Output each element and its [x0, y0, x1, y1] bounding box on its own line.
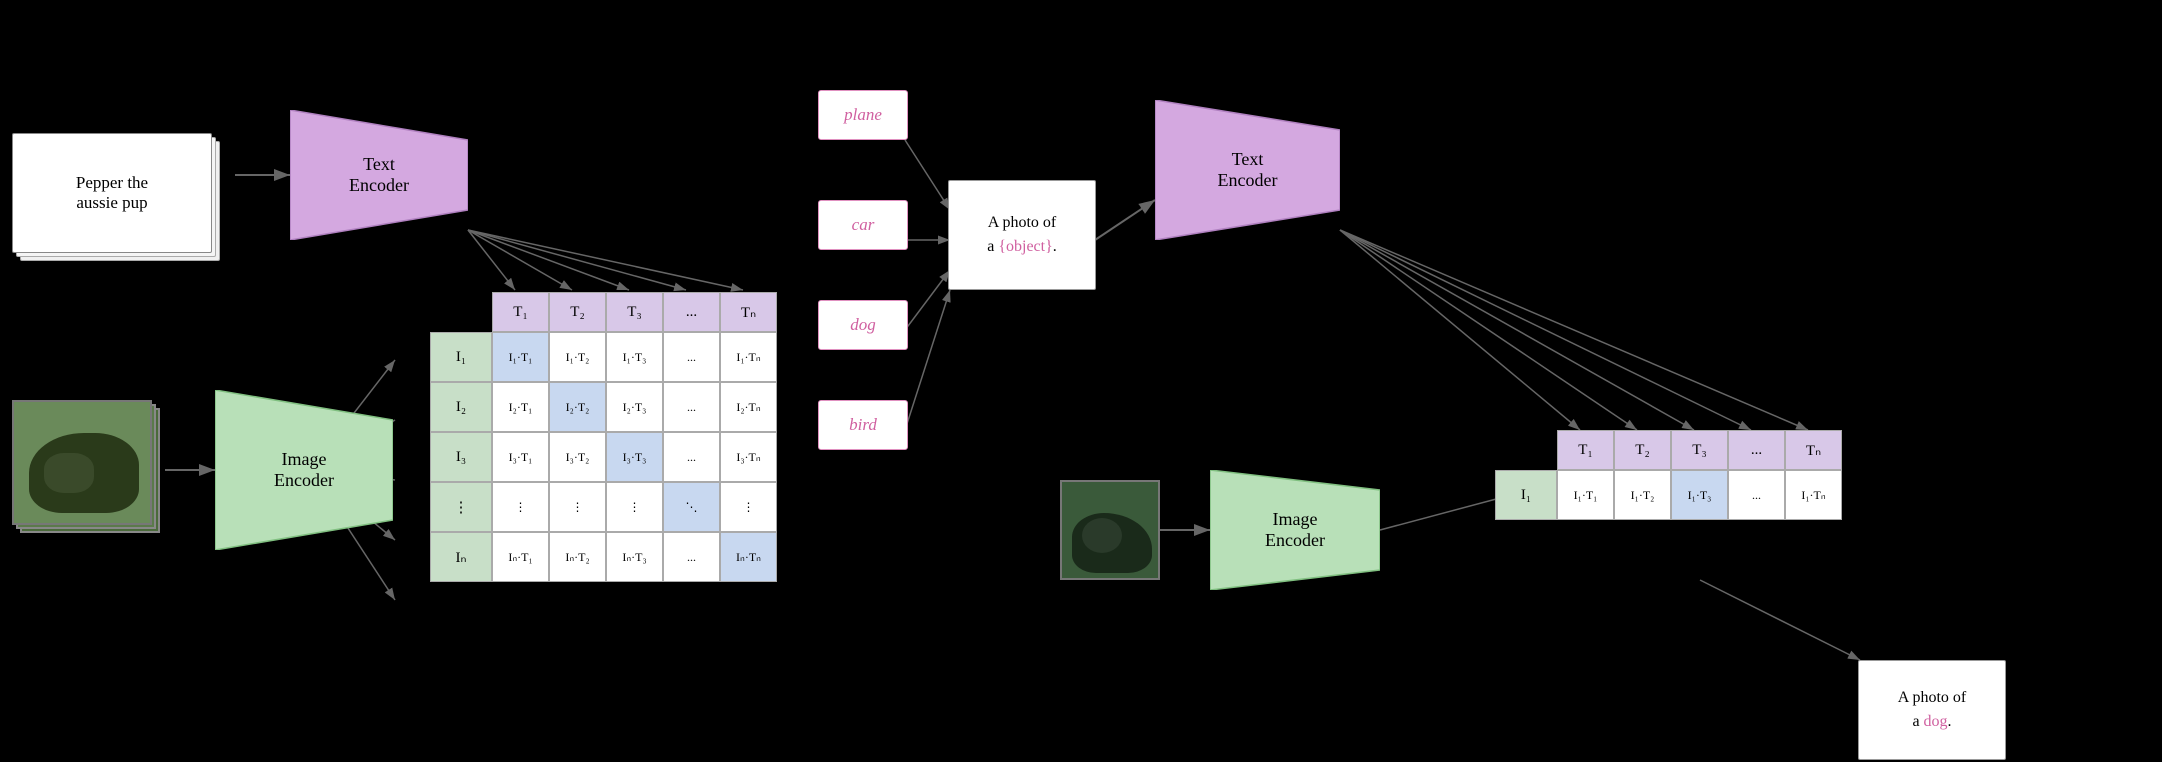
- cell-dotst2: ⋮: [549, 482, 606, 532]
- cell-i2tdots: ...: [663, 382, 720, 432]
- right-cell-i1t2: I₁·T₂: [1614, 470, 1671, 520]
- result-text: A photo ofa dog.: [1898, 686, 1966, 734]
- cell-dotsdots: ⋱: [663, 482, 720, 532]
- template-box: A photo ofa {object}.: [948, 180, 1096, 290]
- cell-i1tn: I₁·Tₙ: [720, 332, 777, 382]
- class-car: car: [818, 200, 908, 250]
- right-col-tdots: ...: [1728, 430, 1785, 470]
- right-cell-i1t1: I₁·T₁: [1557, 470, 1614, 520]
- cell-i1t3: I₁·T₃: [606, 332, 663, 382]
- right-image-encoder: Image Encoder: [1210, 470, 1380, 590]
- right-text-encoder-label: Text Encoder: [1218, 149, 1278, 191]
- right-image-encoder-label: Image Encoder: [1265, 509, 1325, 551]
- left-image-encoder-label: Image Encoder: [274, 449, 334, 491]
- matrix-col-t1: T₁: [492, 292, 549, 332]
- cell-i3t1: I₃·T₁: [492, 432, 549, 482]
- cell-int1: Iₙ·T₁: [492, 532, 549, 582]
- class-plane: plane: [818, 90, 908, 140]
- right-dog-image: [1060, 480, 1160, 580]
- cell-i3t2: I₃·T₂: [549, 432, 606, 482]
- row-i2-header: I₂: [430, 382, 492, 432]
- right-col-tn: Tₙ: [1785, 430, 1842, 470]
- cell-i1tdots: ...: [663, 332, 720, 382]
- cell-dotstn: ⋮: [720, 482, 777, 532]
- text-pages-stack: Pepper the aussie pup: [12, 133, 227, 269]
- cell-i3t3: I₃·T₃: [606, 432, 663, 482]
- right-col-t2: T₂: [1614, 430, 1671, 470]
- right-cell-i1tn: I₁·Tₙ: [1785, 470, 1842, 520]
- cell-i2tn: I₂·Tₙ: [720, 382, 777, 432]
- cell-i3tn: I₃·Tₙ: [720, 432, 777, 482]
- cell-i1t1: I₁·T₁: [492, 332, 549, 382]
- class-dog: dog: [818, 300, 908, 350]
- matrix-col-tn: Tₙ: [720, 292, 777, 332]
- text-input-label: Pepper the aussie pup: [76, 173, 148, 213]
- row-i3-header: I₃: [430, 432, 492, 482]
- cell-i2t2: I₂·T₂: [549, 382, 606, 432]
- class-bird: bird: [818, 400, 908, 450]
- left-image-encoder: Image Encoder: [215, 390, 393, 550]
- right-col-t1: T₁: [1557, 430, 1614, 470]
- row-i1-header: I₁: [430, 332, 492, 382]
- right-col-t3: T₃: [1671, 430, 1728, 470]
- row-in-header: Iₙ: [430, 532, 492, 582]
- cell-dotst3: ⋮: [606, 482, 663, 532]
- result-box: A photo ofa dog.: [1858, 660, 2006, 760]
- dog-images-stack: [12, 400, 167, 540]
- cell-dotst1: ⋮: [492, 482, 549, 532]
- right-text-encoder: Text Encoder: [1155, 100, 1340, 240]
- cell-i2t3: I₂·T₃: [606, 382, 663, 432]
- row-idots-header: ⋮: [430, 482, 492, 532]
- left-text-encoder-label: Text Encoder: [349, 154, 409, 196]
- cell-int3: Iₙ·T₃: [606, 532, 663, 582]
- right-row-i1: I₁: [1495, 470, 1557, 520]
- left-text-encoder: Text Encoder: [290, 110, 468, 240]
- cell-i3tdots: ...: [663, 432, 720, 482]
- matrix-col-t2: T₂: [549, 292, 606, 332]
- matrix-col-tdots: ...: [663, 292, 720, 332]
- matrix-col-t3: T₃: [606, 292, 663, 332]
- cell-i1t2: I₁·T₂: [549, 332, 606, 382]
- right-cell-i1t3: I₁·T₃: [1671, 470, 1728, 520]
- cell-int2: Iₙ·T₂: [549, 532, 606, 582]
- cell-intn: Iₙ·Tₙ: [720, 532, 777, 582]
- right-cell-i1tdots: ...: [1728, 470, 1785, 520]
- template-text: A photo ofa {object}.: [987, 211, 1057, 259]
- cell-intdots: ...: [663, 532, 720, 582]
- cell-i2t1: I₂·T₁: [492, 382, 549, 432]
